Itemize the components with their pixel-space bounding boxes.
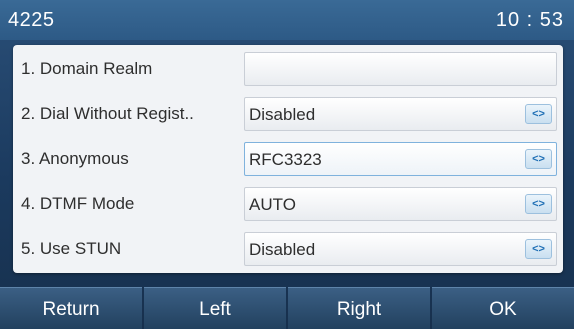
setting-label: 2. Dial Without Regist.. <box>21 104 194 123</box>
setting-dtmf-mode[interactable]: 4. DTMF Mode AUTO <> <box>13 182 563 224</box>
setting-label: 1. Domain Realm <box>21 59 153 78</box>
left-right-arrows-icon[interactable]: <> <box>525 239 552 259</box>
dtmf-mode-select[interactable]: AUTO <> <box>244 187 557 221</box>
left-right-arrows-icon[interactable]: <> <box>525 149 552 169</box>
account-label: 4225 <box>8 9 55 31</box>
setting-label: 4. DTMF Mode <box>21 194 135 213</box>
left-right-arrows-icon[interactable]: <> <box>525 104 552 124</box>
softkey-bar: Return Left Right OK <box>0 287 574 329</box>
right-button[interactable]: Right <box>288 287 430 329</box>
setting-value: Disabled <box>249 105 316 124</box>
clock: 10 : 53 <box>495 9 564 31</box>
setting-value: RFC3323 <box>249 150 322 169</box>
setting-domain-realm[interactable]: 1. Domain Realm <box>13 47 563 89</box>
return-button[interactable]: Return <box>0 287 142 329</box>
setting-dial-without-registration[interactable]: 2. Dial Without Regist.. Disabled <> <box>13 92 563 134</box>
setting-label: 5. Use STUN <box>21 239 122 258</box>
dial-without-registration-select[interactable]: Disabled <> <box>244 97 557 131</box>
status-bar: 4225 10 : 53 <box>0 0 574 40</box>
setting-value: AUTO <box>249 195 296 214</box>
anonymous-select[interactable]: RFC3323 <> <box>244 142 557 176</box>
left-right-arrows-icon[interactable]: <> <box>525 194 552 214</box>
domain-realm-input[interactable] <box>244 52 557 86</box>
setting-use-stun[interactable]: 5. Use STUN Disabled <> <box>13 227 563 269</box>
phone-screen: 4225 10 : 53 1. Domain Realm 2. Dial Wit… <box>0 0 574 329</box>
use-stun-select[interactable]: Disabled <> <box>244 232 557 266</box>
setting-value: Disabled <box>249 240 316 259</box>
setting-anonymous[interactable]: 3. Anonymous RFC3323 <> <box>13 137 563 179</box>
left-button[interactable]: Left <box>144 287 286 329</box>
setting-label: 3. Anonymous <box>21 149 129 168</box>
settings-list: 1. Domain Realm 2. Dial Without Regist..… <box>13 45 563 273</box>
ok-button[interactable]: OK <box>432 287 574 329</box>
